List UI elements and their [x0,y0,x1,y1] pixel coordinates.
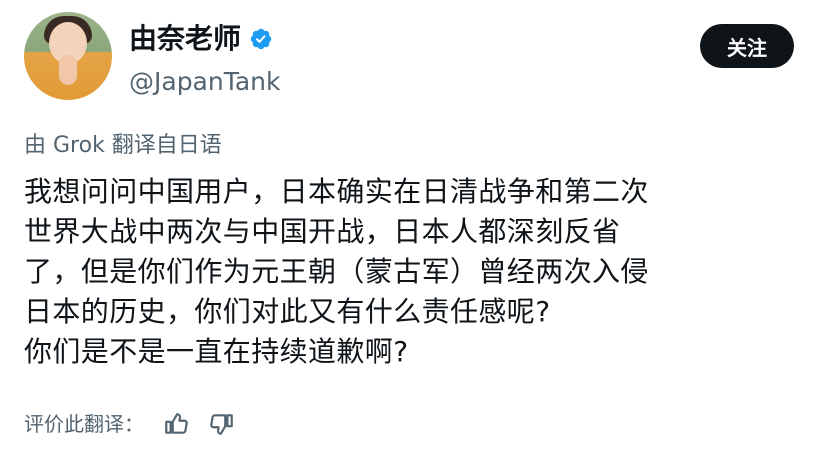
follow-button[interactable]: 关注 [700,24,794,68]
translation-rating-row: 评价此翻译： [24,410,236,438]
avatar[interactable] [24,12,112,100]
user-handle[interactable]: @JapanTank [129,67,281,97]
tweet-text: 我想问问中国用户，日本确实在日清战争和第二次 世界大战中两次与中国开战，日本人都… [24,175,649,368]
thumbs-up-icon[interactable] [162,410,190,438]
rate-translation-label: 评价此翻译： [24,412,144,436]
avatar-hands [59,55,77,85]
display-name-row: 由奈老师 [129,22,273,56]
display-name[interactable]: 由奈老师 [129,22,241,56]
tweet-header: 由奈老师 @JapanTank 关注 [24,12,794,107]
tweet-card: 由奈老师 @JapanTank 关注 由 Grok 翻译自日语 我想问问中国用户… [0,0,818,462]
thumbs-down-icon[interactable] [208,410,236,438]
translation-source-label: 由 Grok 翻译自日语 [24,133,222,158]
verified-badge-icon [249,27,273,51]
